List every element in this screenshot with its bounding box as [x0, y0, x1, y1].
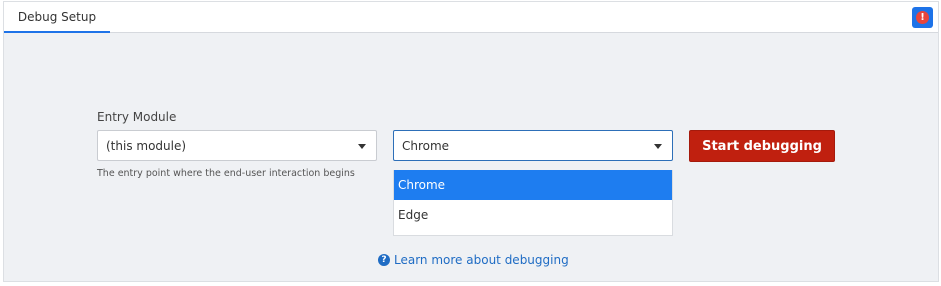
- chevron-down-icon: [654, 144, 662, 149]
- start-debugging-button[interactable]: Start debugging: [689, 130, 835, 162]
- alert-button[interactable]: !: [912, 7, 933, 28]
- browser-option-chrome[interactable]: Chrome: [394, 170, 672, 200]
- entry-module-label: Entry Module: [97, 110, 177, 124]
- entry-module-select[interactable]: (this module): [97, 130, 377, 161]
- alert-icon: !: [916, 11, 929, 24]
- browser-option-edge[interactable]: Edge: [394, 200, 672, 230]
- browser-select[interactable]: Chrome: [393, 130, 673, 161]
- entry-module-value: (this module): [106, 138, 187, 153]
- question-circle-icon: ?: [378, 254, 390, 266]
- learn-more-link[interactable]: ? Learn more about debugging: [378, 253, 569, 267]
- entry-module-hint: The entry point where the end-user inter…: [97, 168, 355, 179]
- tab-debug-setup[interactable]: Debug Setup: [4, 2, 110, 33]
- chevron-down-icon: [358, 144, 366, 149]
- learn-more-label: Learn more about debugging: [394, 253, 569, 267]
- browser-select-value: Chrome: [402, 138, 450, 153]
- tab-bar: Debug Setup !: [4, 2, 938, 33]
- browser-dropdown-list: Chrome Edge: [393, 170, 673, 236]
